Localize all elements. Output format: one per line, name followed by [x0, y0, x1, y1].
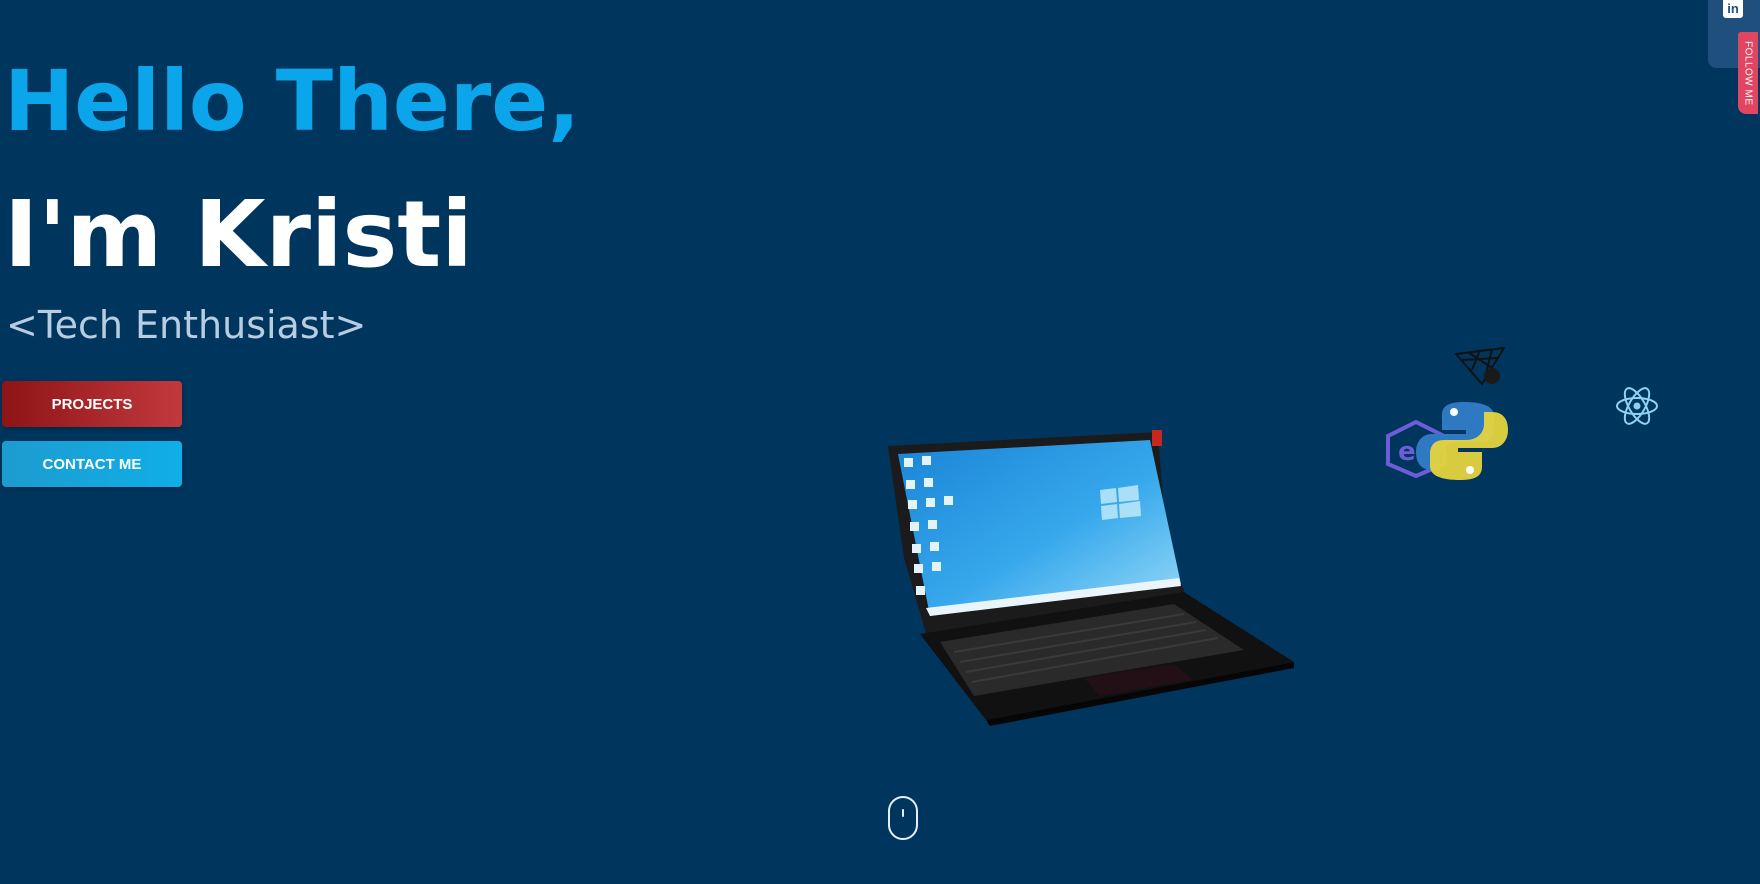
contact-me-button[interactable]: CONTACT ME: [2, 441, 182, 487]
laptop-3d-icon: [888, 430, 1294, 726]
react-icon: [1616, 387, 1658, 425]
projects-button[interactable]: PROJECTS: [2, 381, 182, 427]
hero-name: I'm Kristi: [4, 181, 473, 288]
python-icon: [1416, 402, 1508, 480]
follow-me-label: FOLLOW ME: [1742, 40, 1754, 106]
hero-role: <Tech Enthusiast>: [6, 303, 367, 347]
scroll-wheel: [902, 809, 904, 817]
scroll-mouse-icon[interactable]: [888, 796, 918, 840]
follow-me-tab[interactable]: FOLLOW ME: [1738, 32, 1758, 114]
threejs-icon: [1454, 346, 1506, 386]
linkedin-icon[interactable]: in: [1723, 0, 1743, 18]
hero-greeting: Hello There,: [4, 52, 581, 150]
